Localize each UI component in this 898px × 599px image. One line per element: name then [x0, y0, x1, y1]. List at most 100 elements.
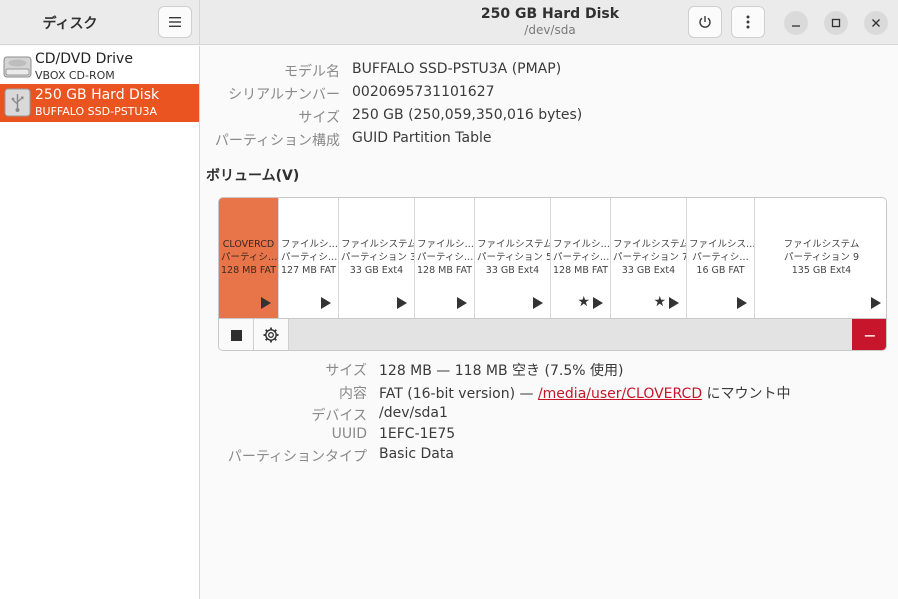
- partition-block[interactable]: ファイルシステム パーティション 9 135 GB Ext4: [755, 198, 886, 318]
- disk-info-label: サイズ: [298, 110, 340, 126]
- partition-number: パーティション 7: [613, 252, 686, 263]
- main-menu-button[interactable]: [158, 6, 192, 38]
- unmount-button[interactable]: [219, 319, 254, 350]
- partition-block[interactable]: ファイルシス… パーティシ… 16 GB FAT: [687, 198, 755, 318]
- partition-label: ファイルシステム パーティション 9 135 GB Ext4: [755, 238, 886, 277]
- drive-options-button[interactable]: [731, 6, 765, 38]
- partition-size: 33 GB Ext4: [349, 265, 404, 276]
- drive-model: VBOX CD-ROM: [35, 69, 115, 82]
- hamburger-icon: [169, 17, 181, 27]
- disk-info-value: BUFFALO SSD-PSTU3A (PMAP): [352, 61, 562, 77]
- partition-name: ファイルシステム: [477, 239, 550, 250]
- partition-name: ファイルシ…: [281, 239, 338, 250]
- volumes-heading: ボリューム(V): [206, 168, 300, 184]
- partition-info-label: 内容: [339, 386, 367, 402]
- header-left-pane: ディスク: [0, 0, 200, 45]
- partition-contents-value: FAT (16-bit version) — /media/user/CLOVE…: [379, 383, 791, 403]
- partition-block[interactable]: ファイルシステム パーティション 5 33 GB Ext4: [475, 198, 551, 318]
- minus-icon: −: [863, 325, 877, 345]
- partition-info-value: /dev/sda1: [379, 405, 448, 421]
- play-icon: [457, 297, 467, 309]
- play-icon: [261, 297, 271, 309]
- partition-info-label: デバイス: [311, 408, 367, 424]
- partition-number: パーティシ…: [221, 252, 278, 263]
- drive-model: BUFFALO SSD-PSTU3A: [35, 105, 157, 118]
- disk-detail-panel: モデル名 BUFFALO SSD-PSTU3A (PMAP) シリアルナンバー …: [200, 46, 898, 599]
- volume-map: CLOVERCD パーティシ… 128 MB FAT ファイルシ… パーティシ……: [218, 197, 887, 351]
- play-icon: [871, 297, 881, 309]
- maximize-icon: [831, 18, 841, 28]
- vertical-ellipsis-icon: [746, 15, 750, 29]
- drive-name: 250 GB Hard Disk: [35, 87, 160, 103]
- play-icon: [593, 297, 603, 309]
- partition-name: ファイルシ…: [417, 239, 474, 250]
- partition-block[interactable]: ファイルシ… パーティシ… 128 MB FAT ★: [551, 198, 611, 318]
- partition-size: 127 MB FAT: [281, 265, 337, 276]
- partition-block[interactable]: ファイルシステム パーティション 3 33 GB Ext4: [339, 198, 415, 318]
- partition-number: パーティション 5: [477, 252, 550, 263]
- close-icon: [872, 19, 880, 27]
- partition-name: ファイルシステム: [613, 239, 686, 250]
- partition-size: 16 GB FAT: [696, 265, 745, 276]
- partition-size: 128 MB FAT: [553, 265, 609, 276]
- maximize-button[interactable]: [824, 11, 848, 35]
- disk-info-label: パーティション構成: [214, 133, 340, 149]
- partition-block[interactable]: ファイルシ… パーティシ… 128 MB FAT: [415, 198, 475, 318]
- partition-name: ファイルシステム: [341, 239, 414, 250]
- partition-size: 33 GB Ext4: [485, 265, 540, 276]
- partition-name: CLOVERCD: [222, 239, 275, 250]
- disk-title: 250 GB Hard Disk: [480, 6, 620, 22]
- partition-number: パーティシ…: [281, 252, 338, 263]
- partition-info-label: サイズ: [325, 363, 367, 379]
- power-off-button[interactable]: [688, 6, 722, 38]
- partition-size: 128 MB FAT: [221, 265, 277, 276]
- partition-label: ファイルシス… パーティシ… 16 GB FAT: [687, 238, 754, 277]
- partition-name: ファイルシス…: [689, 239, 754, 250]
- partition-number: パーティシ…: [553, 252, 610, 263]
- partition-size-row: サイズ 128 MB — 118 MB 空き (7.5% 使用): [200, 360, 898, 380]
- partition-info-label: パーティションタイプ: [227, 449, 367, 465]
- play-icon: [669, 297, 679, 309]
- partition-block[interactable]: CLOVERCD パーティシ… 128 MB FAT: [219, 198, 279, 318]
- partition-block[interactable]: ファイルシステム パーティション 7 33 GB Ext4 ★: [611, 198, 687, 318]
- sidebar-item-cd-dvd-drive[interactable]: CD/DVD Drive VBOX CD-ROM: [0, 48, 199, 86]
- partition-number: パーティション 3: [341, 252, 414, 263]
- contents-fs-text: FAT (16-bit version) —: [379, 386, 538, 402]
- partition-number: パーティション 9: [784, 252, 859, 263]
- delete-partition-button[interactable]: −: [852, 319, 886, 350]
- minimize-button[interactable]: [784, 11, 808, 35]
- partition-number: パーティシ…: [692, 252, 749, 263]
- disk-info-partitioning-row: パーティション構成 GUID Partition Table: [200, 130, 898, 150]
- disk-info-value: 250 GB (250,059,350,016 bytes): [352, 107, 583, 123]
- partition-label: ファイルシ… パーティシ… 128 MB FAT: [415, 238, 474, 277]
- close-button[interactable]: [864, 11, 888, 35]
- disk-info-value: 0020695731101627: [352, 84, 495, 100]
- partition-label: ファイルシ… パーティシ… 127 MB FAT: [279, 238, 338, 277]
- partition-info-value: 1EFC-1E75: [379, 426, 456, 442]
- partition-label: ファイルシステム パーティション 7 33 GB Ext4: [611, 238, 686, 277]
- disk-info-serial-row: シリアルナンバー 0020695731101627: [200, 84, 898, 104]
- app-title: ディスク: [42, 16, 98, 32]
- sidebar-item-hard-disk[interactable]: 250 GB Hard Disk BUFFALO SSD-PSTU3A: [0, 84, 199, 122]
- partition-number: パーティシ…: [417, 252, 474, 263]
- disk-info-value: GUID Partition Table: [352, 130, 492, 146]
- partition-label: CLOVERCD パーティシ… 128 MB FAT: [219, 238, 278, 277]
- partition-device-row: デバイス /dev/sda1: [200, 405, 898, 425]
- partition-settings-button[interactable]: [254, 319, 289, 350]
- partition-label: ファイルシ… パーティシ… 128 MB FAT: [551, 238, 610, 277]
- optical-drive-icon: [3, 56, 32, 78]
- stop-icon: [230, 329, 242, 341]
- mount-point-link[interactable]: /media/user/CLOVERCD: [538, 386, 702, 402]
- power-icon: [699, 16, 711, 28]
- partition-contents-row: 内容 FAT (16-bit version) — /media/user/CL…: [200, 383, 898, 403]
- drive-name: CD/DVD Drive: [35, 51, 133, 67]
- disk-device-path: /dev/sda: [524, 23, 576, 37]
- partition-size: 33 GB Ext4: [621, 265, 676, 276]
- disk-info-label: シリアルナンバー: [228, 87, 340, 103]
- play-icon: [397, 297, 407, 309]
- contents-mounted-text: にマウント中: [702, 386, 791, 402]
- star-icon: ★: [653, 294, 666, 310]
- usb-drive-icon: [4, 88, 31, 117]
- partition-block[interactable]: ファイルシ… パーティシ… 127 MB FAT: [279, 198, 339, 318]
- disk-title-block: 250 GB Hard Disk /dev/sda: [400, 6, 700, 37]
